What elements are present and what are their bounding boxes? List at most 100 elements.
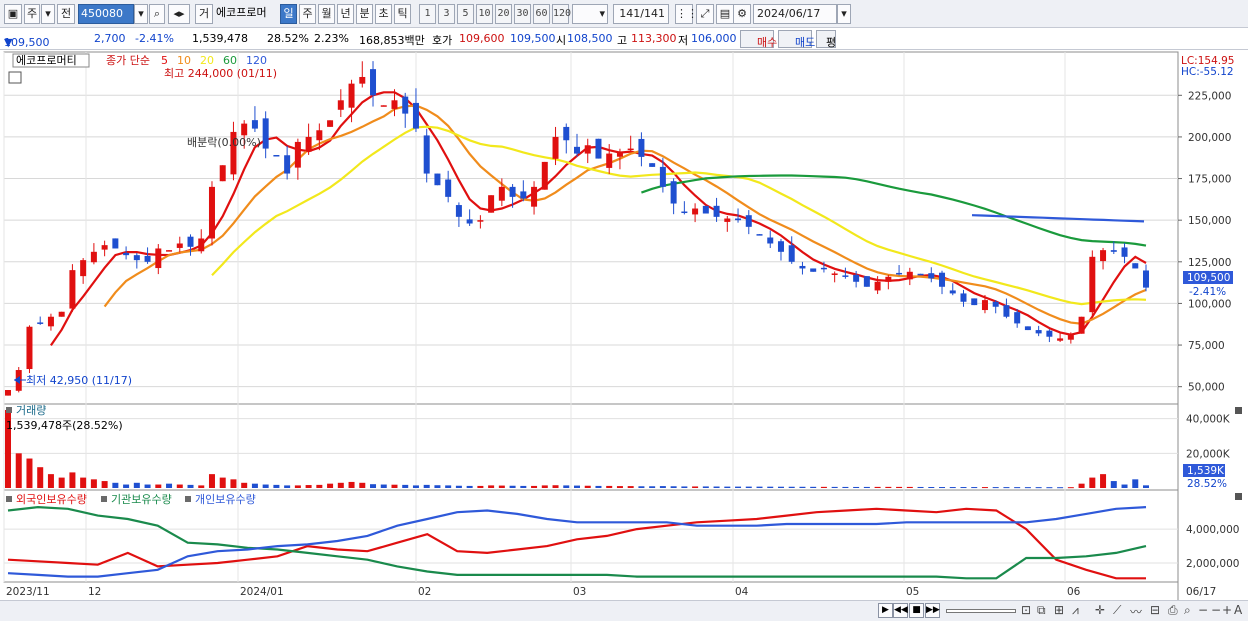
market-dropdown-icon[interactable]: ▾ [41, 4, 55, 24]
minute-option[interactable]: 20 [495, 4, 512, 24]
layout-icon[interactable]: ⊞ [1054, 603, 1064, 617]
candle-body [520, 191, 527, 199]
price-tick-label: 75,000 [1188, 340, 1225, 352]
candle-body [455, 205, 462, 217]
period-tab[interactable]: 주 [299, 4, 316, 24]
period-dropdown[interactable]: ▾ [572, 4, 608, 24]
candle-body [1024, 326, 1031, 331]
date-field[interactable]: 2024/06/17 [753, 4, 837, 24]
volume-bar [1014, 487, 1021, 489]
candle-body [294, 141, 301, 168]
ma-legend-item: 10 [177, 54, 191, 67]
volume-bar [370, 484, 377, 488]
volume-bar [391, 484, 398, 488]
rewind-icon[interactable]: ◀◀ [893, 603, 908, 618]
date-dropdown-icon[interactable]: ▾ [837, 4, 851, 24]
volume-bar [434, 485, 441, 488]
sell-button[interactable]: 매도 [778, 30, 815, 49]
wave-icon[interactable]: 〰 [1130, 603, 1142, 620]
save-icon[interactable]: ▤ [716, 4, 734, 24]
chart-area[interactable]: 225,000 200,000 175,000 150,000 125,000 100,0… [0, 50, 1248, 601]
date-tick-label: 06/17 [1186, 586, 1216, 598]
zoom-line-icon[interactable]: − [1211, 603, 1221, 617]
buy-button[interactable]: 매수 [740, 30, 777, 49]
zoom-slider[interactable] [946, 609, 1016, 613]
date-tick-label: 05 [906, 586, 919, 598]
stock-code-value: 450080 [81, 7, 123, 20]
scroll-right-icon[interactable]: ▶ [878, 603, 893, 618]
candle-body [831, 273, 838, 275]
period-tab[interactable]: 분 [356, 4, 373, 24]
trend-icon[interactable]: ⟋ [1113, 603, 1121, 618]
zoom-out-icon[interactable]: − [1198, 603, 1208, 617]
period-tab[interactable]: 초 [375, 4, 392, 24]
period-tab[interactable]: 틱 [394, 4, 411, 24]
holder-close-icon[interactable] [1235, 493, 1242, 500]
market-select[interactable]: 주 [24, 4, 40, 24]
grid-icon[interactable]: ⋮⋮ [675, 4, 698, 24]
holder-legend-item: 기관보유수량 [111, 493, 172, 506]
candle-body [359, 76, 366, 84]
minute-option[interactable]: 30 [514, 4, 531, 24]
date-tick-label: 2024/01 [240, 586, 284, 598]
candle-body [735, 218, 742, 221]
candle-body [788, 245, 795, 262]
minute-option[interactable]: 1 [419, 4, 436, 24]
volume-bar [627, 486, 634, 488]
period-tab[interactable]: 년 [337, 4, 354, 24]
volume-bar [981, 487, 988, 489]
sound-icon[interactable]: ◂▸ [168, 4, 190, 24]
stock-code-input[interactable]: 450080 [78, 4, 134, 24]
minute-option[interactable]: 120 [552, 4, 571, 24]
bid1-value: 109,600 [459, 32, 505, 45]
open-label: 시 [556, 34, 567, 47]
high-value: 113,300 [631, 32, 677, 45]
font-size-icon[interactable]: A [1234, 603, 1242, 617]
volume-bar [90, 479, 97, 488]
minute-option[interactable]: 3 [438, 4, 455, 24]
code-dropdown-icon[interactable]: ▾ [134, 4, 148, 24]
settings-gear-icon[interactable]: ⚙ [733, 4, 751, 24]
candle-body [509, 186, 516, 197]
minute-option[interactable]: 10 [476, 4, 493, 24]
pattern-icon[interactable]: ⩘ [1072, 603, 1079, 618]
analysis-icon[interactable]: ⊟ [1150, 603, 1160, 617]
volume-bar [692, 486, 699, 488]
count-field[interactable]: 141/141 [613, 4, 669, 24]
candle-body [627, 148, 634, 151]
fast-forward-icon[interactable]: ▶▶ [925, 603, 940, 618]
evaluate-button[interactable]: 평 [816, 30, 836, 49]
prev-button[interactable]: 전 [57, 4, 75, 24]
holder-tick-label: 4,000,000 [1186, 524, 1239, 536]
stop-icon[interactable]: ■ [909, 603, 924, 618]
panel-config-icon[interactable] [8, 71, 22, 84]
volume-bar [337, 482, 344, 488]
candle-body [1046, 330, 1053, 337]
candle-body [638, 138, 645, 157]
candle-body [241, 123, 248, 136]
period-tab[interactable]: 일 [280, 4, 297, 24]
volume-bar [702, 486, 709, 488]
window-menu-icon[interactable]: ▣ [4, 4, 22, 24]
print-icon[interactable]: ⎙ [1168, 603, 1178, 618]
cross-icon[interactable]: ✛ [1095, 603, 1105, 617]
volume-bar [359, 482, 366, 488]
volume-bar [724, 486, 731, 488]
stock-chart[interactable]: 225,000 200,000 175,000 150,000 125,000 100,0… [0, 50, 1248, 601]
copy-icon[interactable]: ⧉ [1037, 603, 1046, 618]
draw-icon[interactable]: ⤢ [696, 4, 714, 24]
minute-option[interactable]: 5 [457, 4, 474, 24]
period-tab[interactable]: 월 [318, 4, 335, 24]
holder-legend-item: 개인보유수량 [195, 493, 256, 506]
minute-option[interactable]: 60 [533, 4, 550, 24]
search-icon[interactable]: ⌕ [149, 4, 165, 24]
candle-body [745, 215, 752, 227]
name-button[interactable]: 거 [195, 4, 213, 24]
volume-panel-icon[interactable] [6, 407, 12, 413]
zoom-icon[interactable]: ⌕ [1184, 603, 1191, 618]
bid-label: 호가 [432, 34, 453, 47]
chart-tool-icon[interactable]: ⊡ [1021, 603, 1031, 617]
volume-close-icon[interactable] [1235, 407, 1242, 414]
candle-body [1100, 250, 1107, 262]
zoom-in-icon[interactable]: + [1222, 603, 1232, 617]
